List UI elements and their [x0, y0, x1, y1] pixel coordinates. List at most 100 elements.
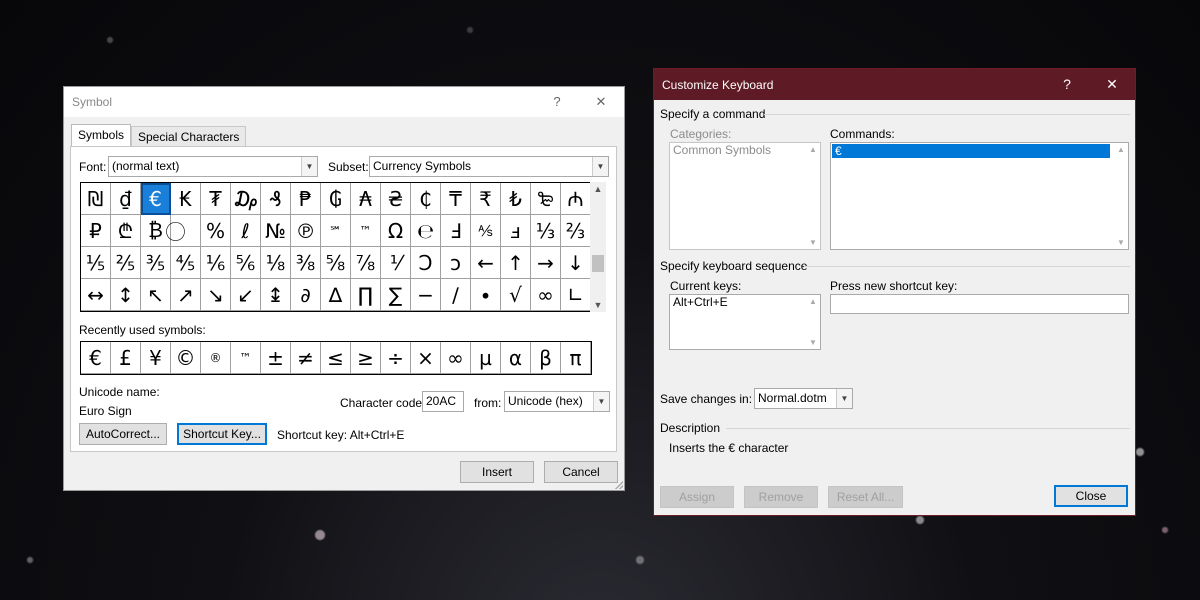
symbol-cell[interactable]: ℮	[411, 215, 441, 247]
symbol-cell[interactable]: ⅕	[81, 247, 111, 279]
character-code-input[interactable]: 20AC	[422, 391, 464, 412]
close-button[interactable]: Close	[1054, 485, 1128, 507]
symbol-cell[interactable]: ₮	[201, 183, 231, 215]
symbol-cell[interactable]: ⅍	[471, 215, 501, 247]
symbol-cell[interactable]: Ω	[381, 215, 411, 247]
symbol-cell[interactable]: ⅝	[321, 247, 351, 279]
recent-symbol-cell[interactable]: £	[111, 342, 141, 374]
symbol-cell[interactable]: ⅖	[111, 247, 141, 279]
help-icon[interactable]: ?	[542, 91, 572, 113]
symbol-cell[interactable]: Ⅎ	[441, 215, 471, 247]
categories-scrollbar[interactable]: ▲ ▼	[806, 143, 820, 249]
symbol-cell[interactable]: ↘	[201, 279, 231, 311]
symbol-cell[interactable]: ∞	[531, 279, 561, 311]
symbol-cell[interactable]: ⃝	[171, 215, 201, 247]
scroll-up-icon[interactable]: ▲	[806, 145, 820, 154]
symbol-cell[interactable]: ∏	[351, 279, 381, 311]
cancel-button[interactable]: Cancel	[544, 461, 618, 483]
save-changes-select[interactable]: Normal.dotm ▼	[754, 388, 853, 409]
close-icon[interactable]: ✕	[1090, 69, 1134, 100]
recent-symbol-cell[interactable]: ®	[201, 342, 231, 374]
symbol-cell[interactable]: ₹	[471, 183, 501, 215]
scroll-down-icon[interactable]: ▼	[806, 338, 820, 347]
symbol-cell[interactable]: ₳	[351, 183, 381, 215]
scroll-up-icon[interactable]: ▲	[806, 297, 820, 306]
list-item[interactable]: Common Symbols	[670, 143, 820, 157]
symbol-cell[interactable]: ∆	[321, 279, 351, 311]
symbol-cell[interactable]: ₺	[501, 183, 531, 215]
symbol-cell[interactable]: ↑	[501, 247, 531, 279]
symbol-cell[interactable]: √	[501, 279, 531, 311]
symbol-cell[interactable]: ₿	[141, 215, 171, 247]
symbol-cell[interactable]: ℗	[291, 215, 321, 247]
symbol-cell[interactable]: ₪	[81, 183, 111, 215]
recent-symbol-cell[interactable]: ≥	[351, 342, 381, 374]
close-icon[interactable]: ✕	[586, 91, 616, 113]
categories-list[interactable]: Common Symbols ▲ ▼	[669, 142, 821, 250]
scroll-up-icon[interactable]: ▲	[590, 182, 606, 196]
insert-button[interactable]: Insert	[460, 461, 534, 483]
symbol-cell[interactable]: ₴	[381, 183, 411, 215]
commands-scrollbar[interactable]: ▲ ▼	[1114, 143, 1128, 249]
symbol-cell[interactable]: ⅗	[141, 247, 171, 279]
symbol-cell[interactable]: %	[201, 215, 231, 247]
symbol-cell[interactable]: ↨	[261, 279, 291, 311]
subset-select[interactable]: Currency Symbols ▼	[369, 156, 609, 177]
symbol-cell[interactable]: ∂	[291, 279, 321, 311]
symbol-cell[interactable]: →	[531, 247, 561, 279]
recent-symbol-cell[interactable]: ©	[171, 342, 201, 374]
recent-symbol-cell[interactable]: ¥	[141, 342, 171, 374]
recent-symbol-cell[interactable]: ±	[261, 342, 291, 374]
scroll-thumb[interactable]	[592, 255, 604, 272]
symbol-cell[interactable]: ℓ	[231, 215, 261, 247]
symbol-cell[interactable]: ⅚	[231, 247, 261, 279]
symbol-cell[interactable]: ↄ	[441, 247, 471, 279]
symbol-cell[interactable]: ₵	[411, 183, 441, 215]
symbol-cell[interactable]: ⅞	[351, 247, 381, 279]
symbol-grid-scrollbar[interactable]: ▲ ▼	[590, 182, 606, 312]
symbol-cell[interactable]: ℠	[321, 215, 351, 247]
symbol-cell[interactable]: ₻	[531, 183, 561, 215]
symbol-cell[interactable]: ₭	[171, 183, 201, 215]
recent-symbol-cell[interactable]: ×	[411, 342, 441, 374]
symbol-cell[interactable]: ₲	[321, 183, 351, 215]
symbol-cell[interactable]: ₸	[441, 183, 471, 215]
symbol-cell[interactable]: ↗	[171, 279, 201, 311]
recent-symbol-cell[interactable]: ™	[231, 342, 261, 374]
recent-symbol-cell[interactable]: β	[531, 342, 561, 374]
recent-symbol-cell[interactable]: π	[561, 342, 591, 374]
symbol-cell[interactable]: ↔	[81, 279, 111, 311]
scroll-down-icon[interactable]: ▼	[1114, 238, 1128, 247]
list-item-selected[interactable]: €	[832, 144, 1110, 158]
symbol-cell[interactable]: ₼	[561, 183, 591, 215]
symbol-cell[interactable]: ₫	[111, 183, 141, 215]
symbol-cell[interactable]: ⅛	[261, 247, 291, 279]
recent-symbol-cell[interactable]: ≤	[321, 342, 351, 374]
commands-list[interactable]: € ▲ ▼	[830, 142, 1129, 250]
assign-button[interactable]: Assign	[660, 486, 734, 508]
symbol-cell[interactable]: ⅎ	[501, 215, 531, 247]
symbol-cell[interactable]: ∑	[381, 279, 411, 311]
symbol-cell[interactable]: ⅙	[201, 247, 231, 279]
symbol-cell[interactable]: ₯	[231, 183, 261, 215]
scroll-down-icon[interactable]: ▼	[806, 238, 820, 247]
symbol-cell[interactable]: Ↄ	[411, 247, 441, 279]
current-keys-scrollbar[interactable]: ▲ ▼	[806, 295, 820, 349]
scroll-down-icon[interactable]: ▼	[590, 298, 606, 312]
symbol-cell[interactable]: ₾	[111, 215, 141, 247]
symbol-cell[interactable]: ⅜	[291, 247, 321, 279]
remove-button[interactable]: Remove	[744, 486, 818, 508]
symbol-cell[interactable]: ⅟	[381, 247, 411, 279]
symbol-cell-selected[interactable]: €	[141, 183, 171, 215]
recent-symbol-cell[interactable]: α	[501, 342, 531, 374]
symbol-cell[interactable]: ™	[351, 215, 381, 247]
symbol-cell[interactable]: ⅔	[561, 215, 591, 247]
recent-symbol-cell[interactable]: ÷	[381, 342, 411, 374]
recent-symbol-cell[interactable]: €	[81, 342, 111, 374]
recent-symbol-cell[interactable]: ≠	[291, 342, 321, 374]
symbol-cell[interactable]: ₰	[261, 183, 291, 215]
shortcut-key-button[interactable]: Shortcut Key...	[177, 423, 267, 445]
autocorrect-button[interactable]: AutoCorrect...	[79, 423, 167, 445]
symbol-cell[interactable]: ∕	[441, 279, 471, 311]
symbol-cell[interactable]: ↕	[111, 279, 141, 311]
